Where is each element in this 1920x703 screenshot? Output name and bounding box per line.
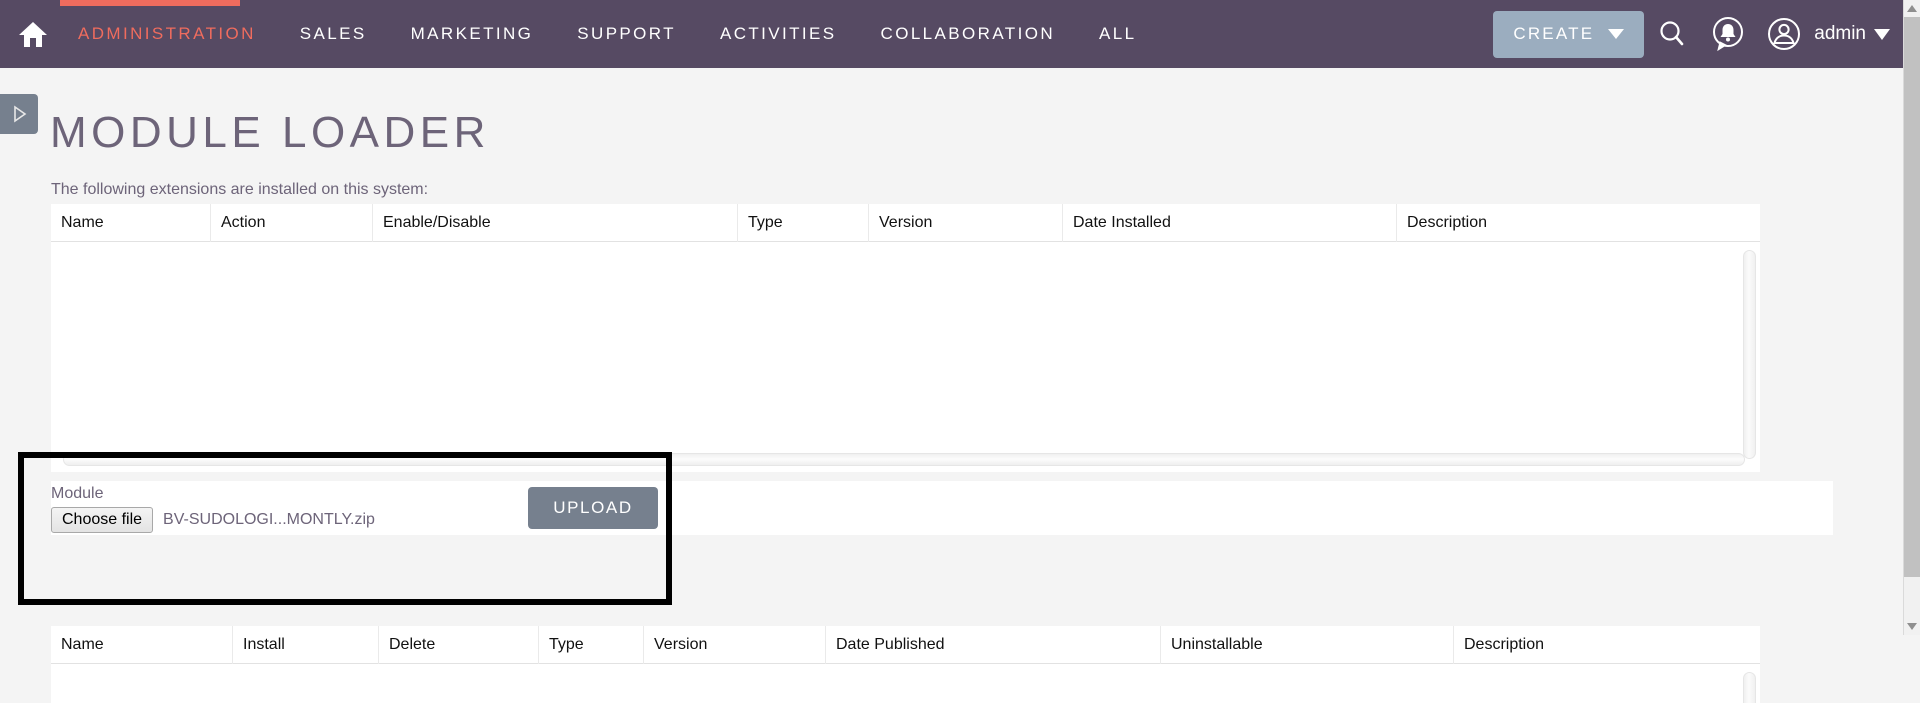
nav-item-sales[interactable]: SALES [278,24,389,44]
create-button[interactable]: CREATE [1493,10,1645,58]
page-subtitle: The following extensions are installed o… [51,181,429,198]
scroll-up-arrow-icon[interactable] [1904,0,1920,17]
nav-item-administration[interactable]: ADMINISTRATION [56,24,278,44]
choose-file-button[interactable]: Choose file [51,507,154,533]
available-col-name[interactable]: Name [51,626,233,664]
available-modules-panel: Name Install Delete Type Version Date Pu… [51,626,1760,703]
installed-extensions-panel: Name Action Enable/Disable Type Version … [51,204,1760,472]
available-col-type[interactable]: Type [539,626,644,664]
installed-table-horizontal-scrollbar[interactable] [63,453,1745,466]
play-triangle-icon [14,105,27,123]
installed-col-description[interactable]: Description [1397,204,1747,242]
installed-col-version[interactable]: Version [869,204,1063,242]
nav-item-collaboration[interactable]: COLLABORATION [859,24,1077,44]
available-col-uninstallable[interactable]: Uninstallable [1161,626,1454,664]
nav-item-support[interactable]: SUPPORT [555,24,698,44]
sidebar-expand-toggle[interactable] [0,94,38,134]
installed-col-name[interactable]: Name [51,204,211,242]
active-tab-indicator [60,0,240,6]
available-table-vertical-scrollbar[interactable] [1743,672,1756,703]
search-icon[interactable] [1644,0,1700,68]
top-navigation-bar: ADMINISTRATION SALES MARKETING SUPPORT A… [0,0,1920,68]
installed-table-vertical-scrollbar[interactable] [1743,250,1756,459]
page-body: MODULE LOADER The following extensions a… [0,68,1920,703]
window-scrollbar[interactable] [1903,0,1920,635]
available-col-version[interactable]: Version [644,626,826,664]
available-table-header-row: Name Install Delete Type Version Date Pu… [51,626,1760,664]
user-menu-label[interactable]: admin [1814,23,1866,45]
selected-file-name: BV-SUDOLOGI...MONTLY.zip [163,511,375,528]
home-icon[interactable] [10,14,56,54]
scroll-down-arrow-icon[interactable] [1904,618,1920,635]
installed-table-header-row: Name Action Enable/Disable Type Version … [51,204,1760,242]
page-title: MODULE LOADER [50,108,490,157]
chevron-down-icon [1608,29,1625,39]
installed-col-action[interactable]: Action [211,204,373,242]
nav-item-all[interactable]: ALL [1077,24,1158,44]
module-field-label: Module [51,485,104,502]
available-col-date-published[interactable]: Date Published [826,626,1161,664]
user-avatar-icon[interactable] [1756,0,1812,68]
user-menu-chevron-down-icon[interactable] [1874,28,1890,40]
installed-col-date-installed[interactable]: Date Installed [1063,204,1397,242]
notifications-bell-icon[interactable] [1700,0,1756,68]
module-upload-panel: Module Choose file BV-SUDOLOGI...MONTLY.… [51,481,1833,535]
create-button-label: CREATE [1513,24,1595,43]
available-col-delete[interactable]: Delete [379,626,539,664]
nav-item-activities[interactable]: ACTIVITIES [698,24,859,44]
installed-col-type[interactable]: Type [738,204,869,242]
module-file-input[interactable]: Choose file BV-SUDOLOGI...MONTLY.zip [51,507,375,533]
nav-item-marketing[interactable]: MARKETING [389,24,556,44]
installed-col-enable-disable[interactable]: Enable/Disable [373,204,738,242]
available-col-description[interactable]: Description [1454,626,1744,664]
nav-right-group: CREATE admin [1493,0,1920,68]
window-scrollbar-thumb[interactable] [1904,17,1920,577]
upload-button[interactable]: UPLOAD [528,487,658,529]
available-col-install[interactable]: Install [233,626,379,664]
